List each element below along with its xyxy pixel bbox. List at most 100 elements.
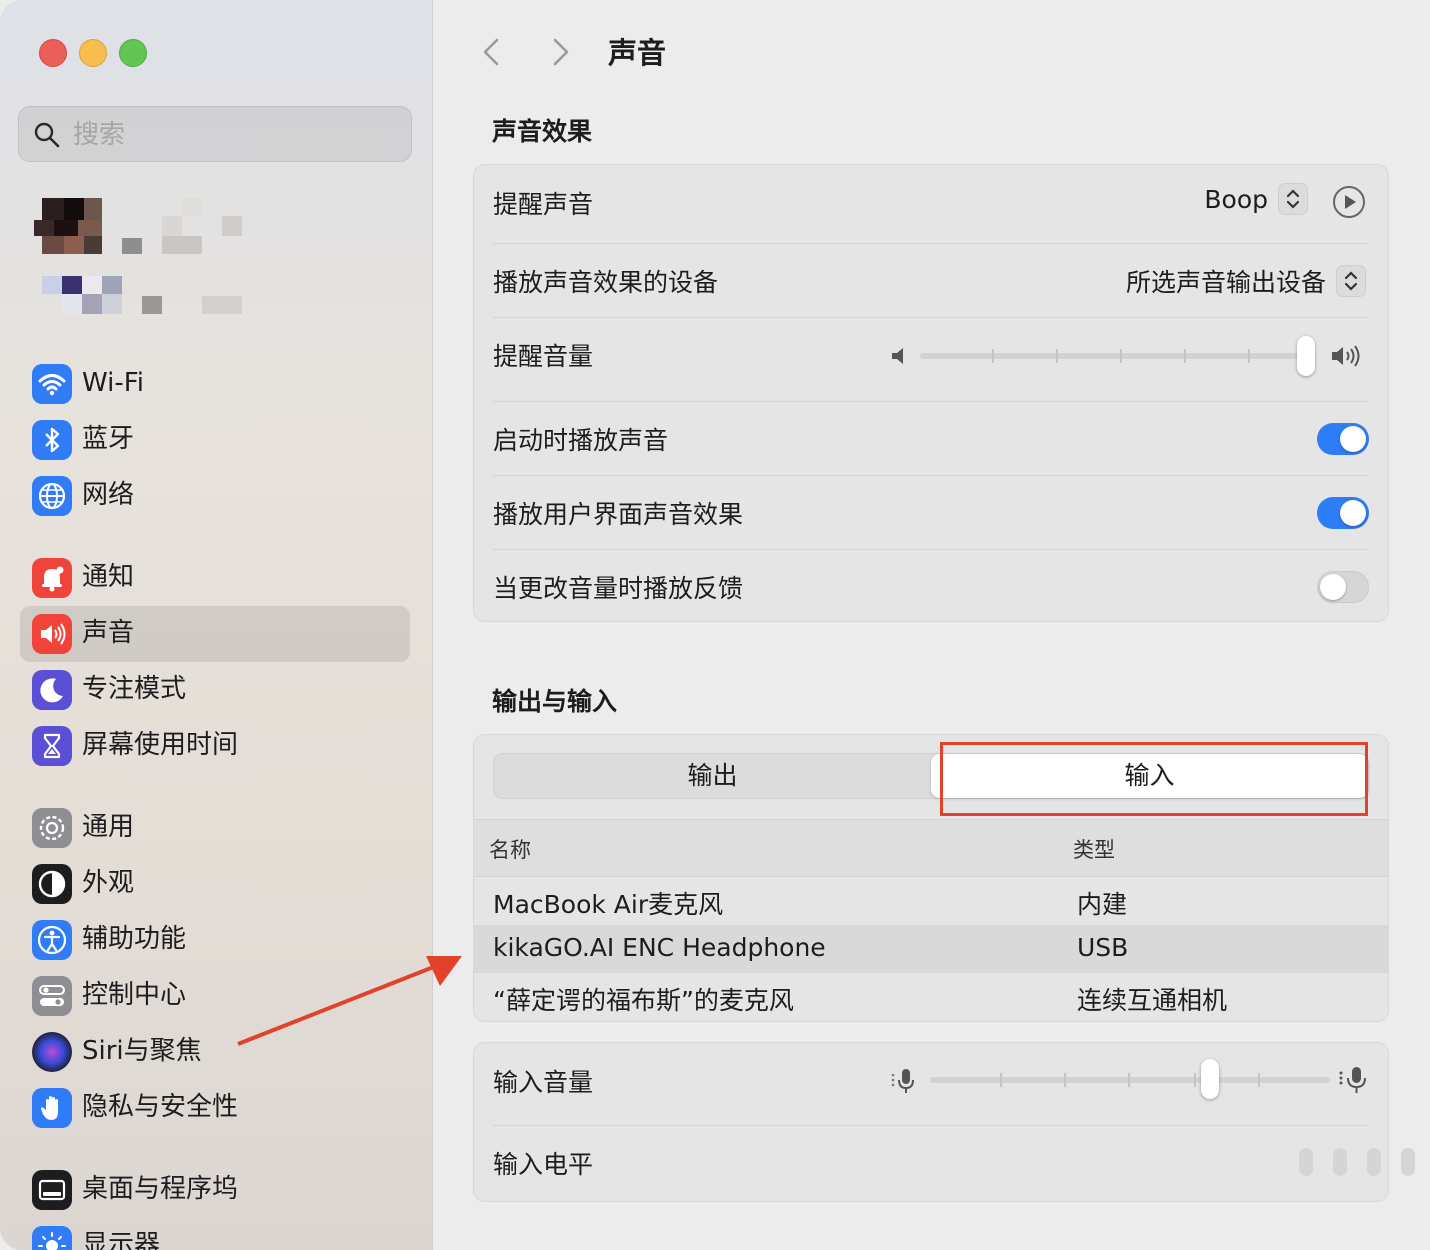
toggle-knob	[1340, 500, 1366, 526]
sun-icon	[32, 1226, 72, 1250]
sidebar-item-label: 声音	[82, 618, 135, 648]
device-type: 内建	[1077, 890, 1128, 919]
device-row[interactable]: MacBook Air麦克风 内建	[474, 877, 1388, 925]
play-alert-sound-button[interactable]	[1332, 185, 1366, 219]
alert-volume-slider-thumb[interactable]	[1297, 336, 1315, 376]
appearance-icon	[32, 864, 72, 904]
search-input[interactable]	[71, 115, 395, 155]
main-content: 声音 声音效果 提醒声音 Boop 播放声音效果的设备 所选声音输出设备 提醒音…	[433, 0, 1430, 1250]
sidebar-item-bluetooth[interactable]: 蓝牙	[20, 412, 410, 468]
column-header-type[interactable]: 类型	[1073, 834, 1115, 864]
alert-volume-slider[interactable]	[920, 353, 1314, 359]
separator	[493, 401, 1369, 402]
sidebar-item-notifications[interactable]: 通知	[20, 550, 410, 606]
minimize-window-button[interactable]	[79, 39, 107, 67]
device-table-header: 名称 类型	[474, 819, 1388, 877]
ui-sound-label: 播放用户界面声音效果	[493, 500, 744, 529]
wifi-icon	[32, 364, 72, 404]
sidebar-item-label: Wi-Fi	[82, 368, 145, 398]
bell-icon	[32, 558, 72, 598]
device-row-selected[interactable]: kikaGO.AI ENC Headphone USB	[474, 925, 1388, 973]
play-device-popup[interactable]: 所选声音输出设备	[1126, 263, 1366, 299]
device-row[interactable]: “薛定谔的福布斯”的麦克风 连续互通相机	[474, 973, 1388, 1021]
dock-icon	[32, 1170, 72, 1210]
volume-low-icon	[892, 348, 903, 364]
chevron-up-down-icon	[1278, 183, 1308, 215]
sidebar-item-displays[interactable]: 显示器	[20, 1218, 410, 1250]
apple-account-avatar-pixelated[interactable]	[30, 190, 250, 320]
input-level-bar	[1333, 1148, 1347, 1176]
input-volume-slider-thumb[interactable]	[1201, 1059, 1219, 1099]
volume-feedback-label: 当更改音量时播放反馈	[493, 574, 744, 603]
sidebar-item-label: 外观	[82, 868, 135, 898]
sidebar-item-label: 专注模式	[82, 674, 187, 704]
play-device-label: 播放声音效果的设备	[493, 268, 719, 297]
sidebar-item-general[interactable]: 通用	[20, 800, 410, 856]
sidebar-item-label: 桌面与程序坞	[82, 1174, 239, 1204]
control-center-icon	[32, 976, 72, 1016]
sidebar-item-label: 通知	[82, 562, 135, 592]
sidebar-item-focus[interactable]: 专注模式	[20, 662, 410, 718]
sidebar-item-label: 控制中心	[82, 980, 187, 1010]
volume-high-icon	[1332, 345, 1360, 367]
sidebar-item-screen-time[interactable]: 屏幕使用时间	[20, 718, 410, 774]
sidebar-item-appearance[interactable]: 外观	[20, 856, 410, 912]
sidebar-item-privacy-security[interactable]: 隐私与安全性	[20, 1080, 410, 1136]
sound-effects-group: 提醒声音 Boop 播放声音效果的设备 所选声音输出设备 提醒音量 启动时播放声…	[473, 164, 1389, 622]
sidebar-item-wifi[interactable]: Wi-Fi	[20, 356, 410, 412]
close-window-button[interactable]	[39, 39, 67, 67]
alert-sound-value: Boop	[1204, 184, 1268, 214]
separator	[493, 317, 1369, 318]
toggle-knob	[1320, 574, 1346, 600]
speaker-icon	[32, 614, 72, 654]
column-header-name[interactable]: 名称	[489, 834, 531, 864]
page-title: 声音	[608, 36, 667, 70]
alert-sound-label: 提醒声音	[493, 190, 594, 219]
play-icon	[1333, 186, 1365, 218]
system-settings-window: Wi-Fi 蓝牙 网络 通知 声音	[0, 0, 1430, 1250]
slider-tick	[992, 349, 994, 363]
sidebar: Wi-Fi 蓝牙 网络 通知 声音	[0, 0, 433, 1250]
slider-tick	[1184, 349, 1186, 363]
back-button[interactable]	[473, 32, 513, 72]
alert-sound-popup[interactable]: Boop	[1204, 183, 1308, 215]
forward-button[interactable]	[541, 32, 581, 72]
sidebar-item-label: 通用	[82, 812, 135, 842]
slider-tick	[1000, 1073, 1002, 1087]
section-title-sound-effects: 声音效果	[492, 117, 593, 146]
slider-tick	[1258, 1073, 1260, 1087]
sidebar-item-desktop-dock[interactable]: 桌面与程序坞	[20, 1162, 410, 1218]
device-name: MacBook Air麦克风	[493, 890, 724, 919]
tab-output[interactable]: 输出	[494, 754, 931, 798]
startup-sound-label: 启动时播放声音	[493, 426, 669, 455]
microphone-high-icon	[1339, 1067, 1366, 1093]
separator	[493, 1125, 1369, 1126]
slider-tick	[1064, 1073, 1066, 1087]
sidebar-item-label: 隐私与安全性	[82, 1092, 239, 1122]
hand-icon	[32, 1088, 72, 1128]
toggle-knob	[1340, 426, 1366, 452]
accessibility-icon	[32, 920, 72, 960]
input-level-bar	[1401, 1148, 1415, 1176]
input-volume-slider[interactable]	[930, 1077, 1330, 1083]
zoom-window-button[interactable]	[119, 39, 147, 67]
bluetooth-icon	[32, 420, 72, 460]
ui-sound-toggle[interactable]	[1317, 497, 1369, 529]
slider-tick	[1128, 1073, 1130, 1087]
slider-tick	[1056, 349, 1058, 363]
search-field[interactable]	[18, 106, 412, 162]
input-level-bar	[1299, 1148, 1313, 1176]
moon-icon	[32, 670, 72, 710]
alert-volume-label: 提醒音量	[493, 342, 594, 371]
annotation-highlight-box	[940, 742, 1368, 816]
volume-feedback-toggle[interactable]	[1317, 571, 1369, 603]
startup-sound-toggle[interactable]	[1317, 423, 1369, 455]
hourglass-icon	[32, 726, 72, 766]
sidebar-item-label: 显示器	[82, 1230, 161, 1250]
sidebar-item-label: Siri与聚焦	[82, 1036, 202, 1066]
sidebar-item-network[interactable]: 网络	[20, 468, 410, 524]
device-name: “薛定谔的福布斯”的麦克风	[493, 986, 794, 1015]
search-icon	[34, 122, 60, 148]
sidebar-item-sound[interactable]: 声音	[20, 606, 410, 662]
chevron-left-icon	[483, 38, 499, 66]
